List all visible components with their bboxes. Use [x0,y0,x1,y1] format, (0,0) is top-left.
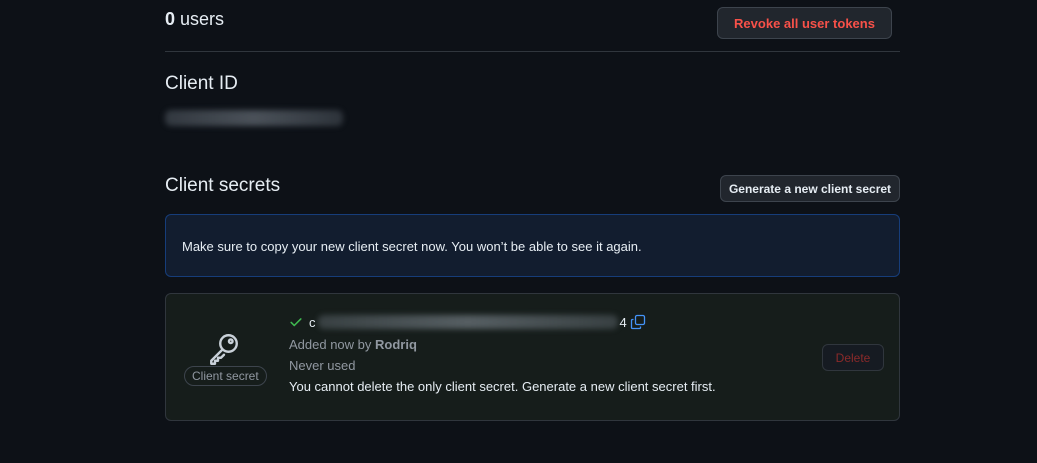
client-id-heading: Client ID [165,73,238,94]
key-icon [210,334,238,365]
client-secret-value-row: c 4 [289,312,716,332]
client-secret-value-redacted [317,315,618,329]
client-secret-badge: Client secret [184,366,267,386]
generate-client-secret-button[interactable]: Generate a new client secret [720,175,900,202]
client-secret-value-prefix: c [309,314,316,330]
client-secret-usage: Never used [289,358,356,373]
client-secret-delete-warning: You cannot delete the only client secret… [289,379,716,394]
client-secret-value-suffix: 4 [619,314,627,330]
client-id-value-redacted [165,110,343,126]
users-section: 0 users Revoke all user tokens [165,0,900,52]
oauth-app-settings: 0 users Revoke all user tokens Client ID… [165,0,900,463]
added-by-user: Rodriq [375,337,417,352]
copy-icon[interactable] [630,314,646,330]
client-secret-item: Client secret c 4 Added now by Rodriq Ne… [165,293,900,421]
users-count-label: users [180,9,225,29]
delete-secret-button[interactable]: Delete [822,344,884,371]
users-count-number: 0 [165,9,176,29]
flash-message: Make sure to copy your new client secret… [182,239,642,254]
users-count: 0 users [165,9,224,30]
copy-secret-flash: Make sure to copy your new client secret… [165,214,900,277]
added-by-prefix: Added now by [289,337,376,352]
revoke-all-tokens-button[interactable]: Revoke all user tokens [717,7,892,39]
client-secrets-heading: Client secrets [165,175,281,196]
client-secret-details: c 4 Added now by Rodriq Never used You c… [289,312,716,395]
client-secret-added-by: Added now by Rodriq [289,337,716,353]
check-icon [290,318,302,327]
